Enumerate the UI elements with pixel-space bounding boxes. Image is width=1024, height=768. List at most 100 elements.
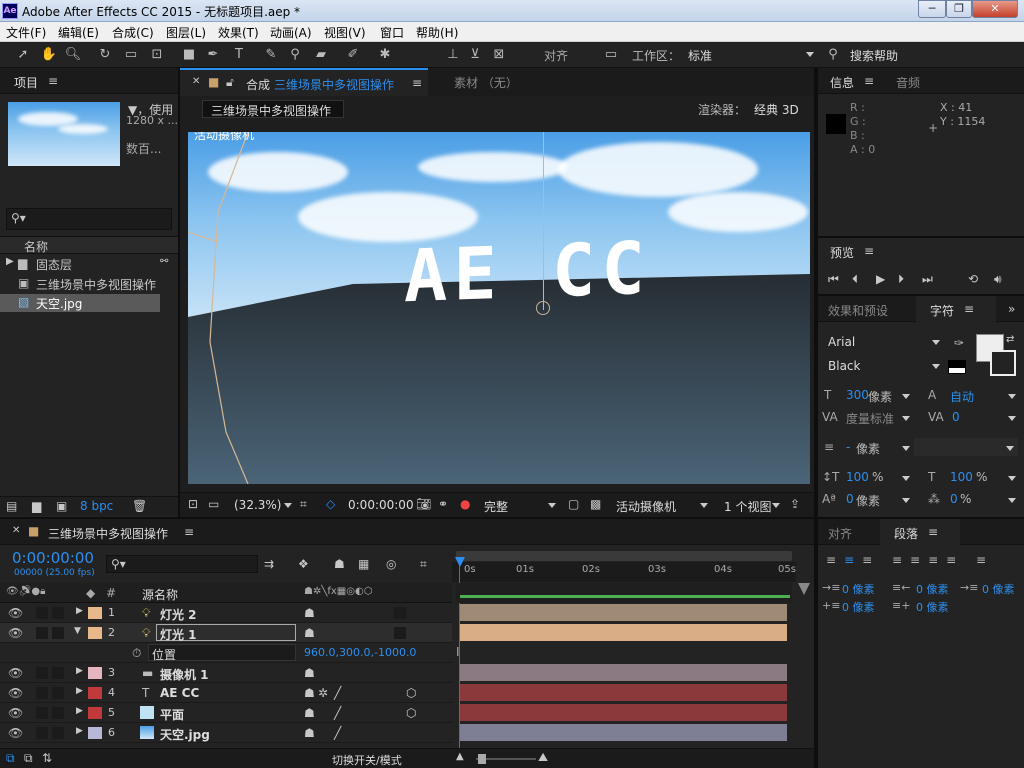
quality-switch-icon[interactable]: ╱ <box>334 686 341 700</box>
visibility-icon[interactable]: 👁︎ <box>8 666 23 680</box>
motion-blur-icon[interactable]: ◎ <box>386 557 396 571</box>
zoom-slider-thumb[interactable] <box>478 754 486 764</box>
layer-duration-bar[interactable] <box>460 664 787 681</box>
zoom-out-icon[interactable]: ▲ <box>456 751 464 762</box>
expand-triangle-icon[interactable]: ▶ <box>76 686 83 696</box>
menu-file[interactable]: 文件(F) <box>6 24 46 41</box>
close-icon[interactable]: ✕ <box>192 76 200 87</box>
reset-exposure-icon[interactable]: ⇪ <box>790 497 800 511</box>
chevron-down-icon[interactable] <box>1008 394 1016 399</box>
solo-toggle[interactable] <box>36 627 48 639</box>
eyedropper-icon[interactable]: ✑ <box>954 336 964 350</box>
label-color-swatch[interactable] <box>88 667 102 679</box>
divider[interactable] <box>0 517 814 519</box>
more-tabs-icon[interactable]: » <box>1008 302 1015 316</box>
safe-zones-icon[interactable]: ⌗ <box>300 497 307 512</box>
minimize-button[interactable]: ─ <box>918 0 946 18</box>
current-time[interactable]: 0:00:00:00 <box>348 498 414 512</box>
panel-menu-icon[interactable]: ≡ <box>864 244 874 258</box>
tab-effects-presets[interactable]: 效果和预设 <box>828 302 888 319</box>
shy-layers-icon[interactable]: ☗ <box>334 557 345 571</box>
tab-preview[interactable]: 预览 <box>830 244 854 261</box>
comp-mini-flowchart-icon[interactable]: ⇉ <box>264 557 274 571</box>
timeline-timecode[interactable]: 0:00:00:00 <box>12 549 94 567</box>
tab-footage[interactable]: 素材 （无） <box>454 74 518 91</box>
menu-edit[interactable]: 编辑(E) <box>58 24 99 41</box>
in-out-icon[interactable]: ⇅ <box>42 751 52 765</box>
baseline-shift-value[interactable]: 0 <box>846 492 854 506</box>
tab-info[interactable]: 信息 <box>830 74 854 91</box>
view-axis-icon[interactable]: ⊠ <box>490 47 508 63</box>
property-value[interactable]: 960.0,300.0,-1000.0 <box>304 646 416 659</box>
chevron-down-icon[interactable] <box>1008 476 1016 481</box>
chevron-down-icon[interactable] <box>1008 498 1016 503</box>
interpret-footage-icon[interactable]: ▤ <box>6 499 17 513</box>
color-channels-icon[interactable]: ● <box>460 497 470 511</box>
tab-paragraph[interactable]: 段落 ≡ <box>880 519 960 545</box>
selection-tool-icon[interactable]: ➚ <box>14 47 32 63</box>
indent-left-value[interactable]: 0 像素 <box>842 581 875 597</box>
zoom-in-icon[interactable]: ⛰ <box>538 750 548 765</box>
visibility-icon[interactable]: 👁︎ <box>8 626 23 640</box>
frame-blending-icon[interactable]: ▦ <box>358 557 369 571</box>
layer-name[interactable]: 灯光 2 <box>160 606 197 623</box>
menu-animation[interactable]: 动画(A) <box>270 24 312 41</box>
menu-effect[interactable]: 效果(T) <box>218 24 259 41</box>
pen-tool-icon[interactable]: ✒ <box>204 47 222 63</box>
solo-toggle[interactable] <box>36 667 48 679</box>
divider[interactable] <box>818 517 1024 519</box>
first-frame-icon[interactable]: ⏮ <box>828 272 839 287</box>
layer-duration-bar[interactable] <box>460 604 787 621</box>
tab-audio[interactable]: 音频 <box>896 74 920 91</box>
shy-switch-icon[interactable]: ☗ <box>304 606 315 620</box>
project-search-input[interactable]: ⚲▾ <box>6 208 172 230</box>
stroke-width-value[interactable]: - <box>846 440 850 454</box>
shy-switch-icon[interactable]: ☗ <box>304 626 315 640</box>
divider[interactable] <box>814 68 818 768</box>
3d-layer-icon[interactable]: ⬡ <box>406 686 416 700</box>
lock-toggle[interactable] <box>52 687 64 699</box>
av-features-icons[interactable]: 👁︎🔊︎●🔒︎ <box>6 586 45 597</box>
work-area-track[interactable] <box>456 583 792 603</box>
lock-toggle[interactable] <box>52 727 64 739</box>
tab-align[interactable]: 对齐 <box>828 525 852 542</box>
horizontal-scale-value[interactable]: 100 <box>950 470 973 484</box>
font-style-select[interactable]: Black <box>824 358 944 376</box>
search-help-input[interactable]: 搜索帮助 <box>850 47 898 64</box>
previous-frame-icon[interactable]: ⏴ <box>852 272 858 287</box>
graph-editor-icon[interactable]: ⌗ <box>420 557 427 572</box>
solo-toggle[interactable] <box>36 727 48 739</box>
lock-icon[interactable]: 🔓︎ <box>226 75 234 90</box>
expand-triangle-icon[interactable]: ▶ <box>76 726 83 736</box>
list-item[interactable]: ▶ ▆ 固态层 ⚯ <box>0 254 178 274</box>
chevron-down-icon[interactable] <box>902 476 910 481</box>
work-area-bar[interactable] <box>456 551 792 561</box>
table-row[interactable]: 👁︎ ▶ 3 ▬ 摄像机 1 ☗ <box>0 663 452 683</box>
lock-toggle[interactable] <box>52 607 64 619</box>
chevron-down-icon[interactable] <box>806 52 814 57</box>
zoom-tool-icon[interactable]: 🔍︎ <box>64 47 82 63</box>
name-column-label[interactable]: 名称 <box>24 238 48 255</box>
solo-toggle[interactable] <box>36 707 48 719</box>
divider[interactable] <box>818 294 1024 296</box>
layer-duration-bar[interactable] <box>460 684 787 701</box>
show-snapshot-icon[interactable]: ⚭ <box>438 497 448 511</box>
table-row[interactable]: 👁︎ ▼ 2 💡︎ 灯光 1 ☗ <box>0 623 452 643</box>
loop-icon[interactable]: ⟲ <box>968 272 978 286</box>
table-row[interactable]: 👁︎ ▶ 1 💡︎ 灯光 2 ☗ <box>0 603 452 623</box>
restore-button[interactable]: ❐ <box>946 0 972 18</box>
chevron-down-icon[interactable] <box>284 503 292 508</box>
tab-composition[interactable]: ✕ ■ 🔓︎ 合成 三维场景中多视图操作 ≡ <box>180 68 428 96</box>
table-row[interactable]: 👁︎ ▶ 6 天空.jpg ☗ ╱ <box>0 723 452 743</box>
menu-window[interactable]: 窗口 <box>380 24 404 41</box>
camera-tool-icon[interactable]: ▭ <box>122 47 140 63</box>
list-item[interactable]: ▧ 天空.jpg <box>0 294 160 312</box>
comp-viewer[interactable]: AE CC 活动摄像机 <box>188 132 810 484</box>
layer-name[interactable]: 天空.jpg <box>160 726 210 743</box>
panel-menu-icon[interactable]: ≡ <box>184 525 194 539</box>
snapshot-icon[interactable]: 📷︎ <box>416 497 431 511</box>
table-row[interactable]: ⏱ 位置 960.0,300.0,-1000.0 <box>0 643 452 663</box>
visibility-icon[interactable]: 👁︎ <box>8 686 23 700</box>
expand-triangle-icon[interactable]: ▶ <box>76 606 83 616</box>
layer-duration-bar[interactable] <box>460 624 787 641</box>
